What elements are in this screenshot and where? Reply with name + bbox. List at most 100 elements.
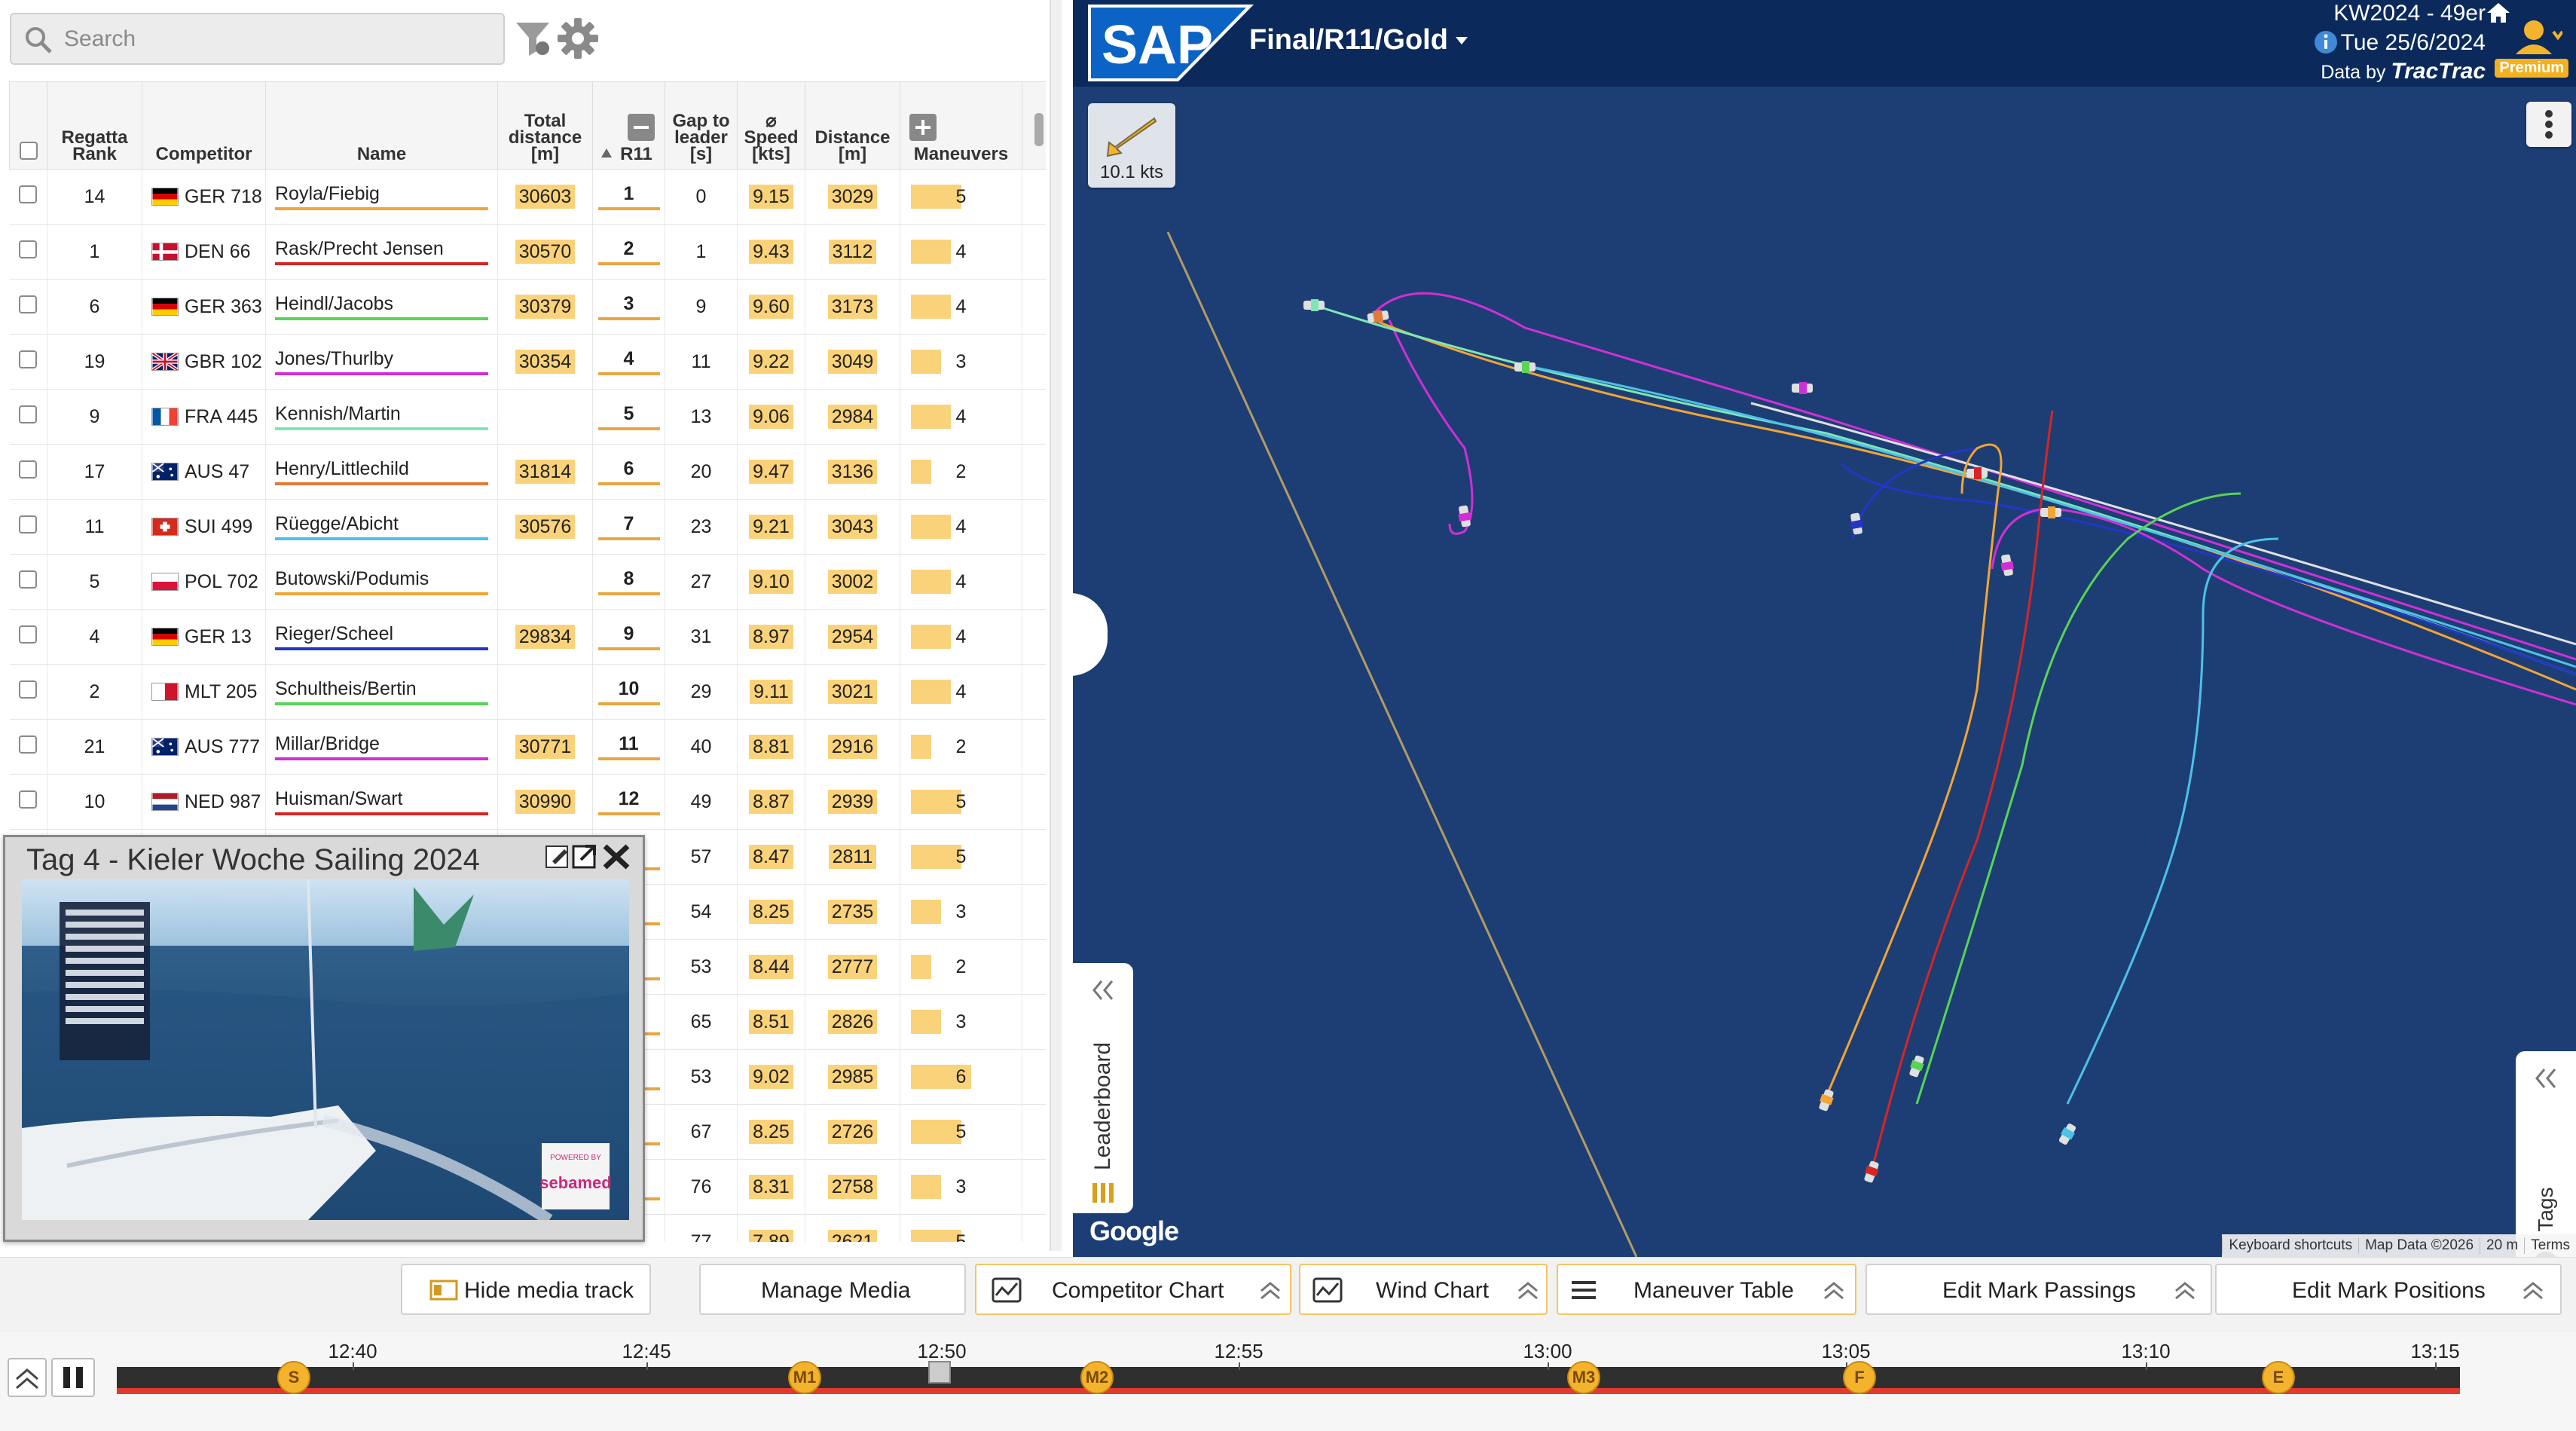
row-select[interactable]	[9, 334, 47, 390]
boat-marker[interactable]	[1303, 299, 1325, 311]
team-name[interactable]: Royla/Fiebig	[265, 169, 498, 225]
table-row[interactable]: 10 NED 987 Huisman/Swart 30990 12 49 8.8…	[9, 774, 1046, 830]
table-row[interactable]: 1 DEN 66 Rask/Precht Jensen 30570 2 1 9.…	[9, 224, 1046, 280]
collapse-column-icon[interactable]	[628, 114, 655, 141]
tags-tab[interactable]: Tags	[2516, 1051, 2576, 1257]
terms-link[interactable]: Terms	[2524, 1237, 2576, 1254]
video-frame[interactable]: POWERED BY sebamed	[22, 879, 629, 1220]
pause-button[interactable]	[51, 1358, 95, 1397]
team-name[interactable]: Schultheis/Bertin	[265, 664, 498, 720]
table-row[interactable]: 19 GBR 102 Jones/Thurlby 30354 4 11 9.22…	[9, 334, 1046, 390]
edit-mark-passings-button[interactable]: Edit Mark Passings	[1866, 1264, 2212, 1315]
row-select[interactable]	[9, 389, 47, 445]
popout-icon[interactable]	[572, 845, 596, 869]
table-row[interactable]: 21 AUS 777 Millar/Bridge 30771 11 40 8.8…	[9, 719, 1046, 775]
boat-marker[interactable]	[2057, 1122, 2078, 1146]
table-row[interactable]: 4 GER 13 Rieger/Scheel 29834 9 31 8.97 2…	[9, 609, 1046, 665]
header-competitor[interactable]: Competitor	[142, 81, 266, 170]
row-checkbox[interactable]	[19, 570, 38, 589]
video-popup[interactable]: Tag 4 - Kieler Woche Sailing 2024 POWERE…	[3, 835, 645, 1242]
header-total-distance[interactable]: Total distance [m]	[497, 81, 593, 170]
table-row[interactable]: 2 MLT 205 Schultheis/Bertin 10 29 9.11 3…	[9, 664, 1046, 720]
row-select[interactable]	[9, 224, 47, 280]
map-settings-menu[interactable]	[2526, 102, 2571, 147]
select-all-header[interactable]	[9, 81, 47, 170]
row-checkbox[interactable]	[19, 515, 38, 534]
timeline-mark-f[interactable]: F	[1843, 1361, 1876, 1394]
search-box[interactable]	[10, 13, 505, 65]
row-checkbox[interactable]	[19, 185, 38, 203]
timeline-track[interactable]	[117, 1367, 2460, 1388]
race-selector[interactable]: Final/R11/Gold	[1249, 24, 1468, 57]
row-select[interactable]	[9, 664, 47, 720]
header-race[interactable]: R11	[592, 81, 665, 170]
table-row[interactable]: 11 SUI 499 Rüegge/Abicht 30576 7 23 9.21…	[9, 499, 1046, 555]
row-checkbox[interactable]	[19, 680, 38, 699]
boat-marker[interactable]	[1367, 309, 1389, 325]
row-checkbox[interactable]	[19, 735, 38, 754]
manage-media-button[interactable]: Manage Media	[699, 1264, 966, 1315]
row-select[interactable]	[9, 774, 47, 830]
panel-splitter[interactable]	[1050, 0, 1062, 1251]
boat-marker[interactable]	[1862, 1160, 1881, 1184]
boat-marker[interactable]	[1966, 467, 1988, 479]
row-checkbox[interactable]	[19, 460, 38, 479]
row-select[interactable]	[9, 719, 47, 775]
hide-media-button[interactable]: Hide media track	[401, 1264, 651, 1315]
team-name[interactable]: Rask/Precht Jensen	[265, 224, 498, 280]
row-select[interactable]	[9, 169, 47, 225]
timeline-mark-s[interactable]: S	[277, 1361, 310, 1394]
row-checkbox[interactable]	[19, 405, 38, 423]
event-title[interactable]: KW2024 - 49er	[2314, 0, 2486, 27]
select-all-checkbox[interactable]	[19, 142, 38, 160]
info-icon[interactable]	[2314, 30, 2338, 54]
timeline-mark-e[interactable]: E	[2262, 1361, 2295, 1394]
row-select[interactable]	[9, 609, 47, 665]
team-name[interactable]: Huisman/Swart	[265, 774, 498, 830]
wind-chart-button[interactable]: Wind Chart	[1299, 1264, 1548, 1315]
competitor-chart-button[interactable]: Competitor Chart	[975, 1264, 1291, 1315]
timeline-mark-m1[interactable]: M1	[788, 1361, 821, 1394]
close-icon[interactable]	[603, 844, 630, 870]
row-select[interactable]	[9, 554, 47, 610]
team-name[interactable]: Heindl/Jacobs	[265, 279, 498, 335]
boat-marker[interactable]	[1908, 1054, 1927, 1078]
race-map[interactable]: 10.1 kts Leaderboard Tags Google Keyboar…	[1073, 87, 2576, 1257]
timeline-mark-m2[interactable]: M2	[1080, 1361, 1114, 1394]
team-name[interactable]: Henry/Littlechild	[265, 444, 498, 500]
timeline-cursor[interactable]	[928, 1361, 951, 1384]
table-row[interactable]: 9 FRA 445 Kennish/Martin 5 13 9.06 2984 …	[9, 389, 1046, 445]
team-name[interactable]: Butowski/Podumis	[265, 554, 498, 610]
table-row[interactable]: 14 GER 718 Royla/Fiebig 30603 1 0 9.15 3…	[9, 169, 1046, 225]
header-regatta-rank[interactable]: Regatta Rank	[47, 81, 142, 170]
row-checkbox[interactable]	[19, 350, 38, 368]
home-icon[interactable]	[2486, 2, 2511, 24]
leaderboard-tab[interactable]: Leaderboard	[1073, 963, 1133, 1213]
row-checkbox[interactable]	[19, 240, 38, 258]
team-name[interactable]: Rieger/Scheel	[265, 609, 498, 665]
table-row[interactable]: 5 POL 702 Butowski/Podumis 8 27 9.10 300…	[9, 554, 1046, 610]
boat-marker[interactable]	[1792, 382, 1813, 394]
keyboard-shortcuts-link[interactable]: Keyboard shortcuts	[2222, 1237, 2358, 1254]
boat-marker[interactable]	[1817, 1088, 1836, 1112]
boat-marker[interactable]	[2000, 554, 2015, 576]
header-gap[interactable]: Gap to leader [s]	[665, 81, 738, 170]
filter-icon[interactable]	[514, 18, 552, 59]
row-select[interactable]	[9, 499, 47, 555]
boat-marker[interactable]	[1457, 505, 1473, 527]
row-select[interactable]	[9, 279, 47, 335]
team-name[interactable]: Jones/Thurlby	[265, 334, 498, 390]
header-maneuvers[interactable]: Maneuvers	[900, 81, 1022, 170]
expand-column-icon[interactable]	[909, 114, 937, 141]
search-input[interactable]	[64, 20, 494, 58]
row-checkbox[interactable]	[19, 625, 38, 644]
row-checkbox[interactable]	[19, 790, 38, 809]
header-distance[interactable]: Distance [m]	[805, 81, 900, 170]
wind-indicator[interactable]: 10.1 kts	[1088, 103, 1175, 188]
timeline-mark-m3[interactable]: M3	[1567, 1361, 1600, 1394]
boat-marker[interactable]	[2040, 506, 2061, 518]
row-checkbox[interactable]	[19, 295, 38, 313]
edit-mark-positions-button[interactable]: Edit Mark Positions	[2215, 1264, 2562, 1315]
header-speed[interactable]: ⌀ Speed [kts]	[737, 81, 805, 170]
table-row[interactable]: 17 AUS 47 Henry/Littlechild 31814 6 20 9…	[9, 444, 1046, 500]
